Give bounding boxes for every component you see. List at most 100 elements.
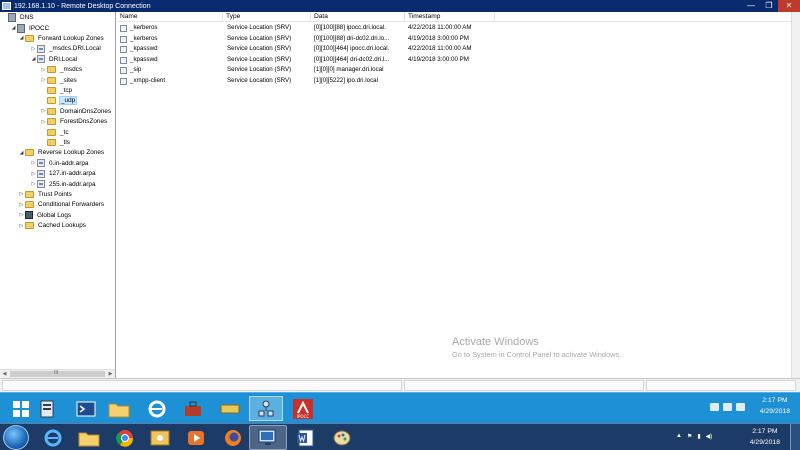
- remote-taskbar: IPOCC 2:17 PM 4/29/2018: [0, 392, 800, 423]
- local-taskbar-media-player[interactable]: [177, 425, 215, 450]
- taskbar-file-explorer[interactable]: [102, 396, 136, 421]
- remote-vertical-scrollbar[interactable]: [791, 12, 800, 378]
- expand-arrow-icon[interactable]: ▷: [40, 77, 47, 83]
- local-taskbar-firefox[interactable]: [214, 425, 252, 450]
- close-button[interactable]: ✕: [778, 0, 800, 12]
- taskbar-internet-explorer[interactable]: [140, 396, 174, 421]
- tree-item[interactable]: ▷ ForestDnsZones: [40, 117, 108, 127]
- tree-item[interactable]: ▷ Trust Points: [18, 189, 73, 199]
- taskbar-notepad[interactable]: [213, 396, 247, 421]
- internet-explorer-icon: [148, 400, 166, 417]
- tree-item[interactable]: ◢ Reverse Lookup Zones: [18, 148, 105, 158]
- taskbar-dns-manager[interactable]: [249, 396, 283, 421]
- tree-item[interactable]: ▷ _sites: [40, 75, 78, 85]
- collapse-arrow-icon[interactable]: ◢: [10, 25, 17, 31]
- tree-item[interactable]: ▷ _msdcs: [40, 65, 83, 75]
- show-desktop-button[interactable]: [790, 424, 800, 450]
- local-taskbar-paint[interactable]: [323, 425, 361, 450]
- expand-arrow-icon[interactable]: ▷: [18, 223, 25, 229]
- collapse-arrow-icon[interactable]: ◢: [30, 56, 37, 62]
- table-row[interactable]: _kerberos Service Location (SRV) [0][100][…: [117, 23, 791, 34]
- taskbar-ipocc[interactable]: IPOCC: [286, 396, 320, 421]
- expand-arrow-icon[interactable]: ▷: [30, 160, 37, 166]
- tree-item[interactable]: ▷ _msdcs.DRI.Local: [30, 44, 102, 54]
- tree-item-label: _sites: [60, 76, 77, 84]
- tree-item[interactable]: ▷ 255.in-addr.arpa: [30, 179, 97, 189]
- cell-type: Service Location (SRV): [227, 34, 292, 42]
- network-icon[interactable]: ▮: [697, 433, 700, 440]
- minimize-button[interactable]: —: [742, 0, 760, 12]
- tree-item-label: _tls: [60, 138, 70, 146]
- rdp-window-title: 192.168.1.10 - Remote Desktop Connection: [14, 2, 151, 10]
- local-taskbar-internet-explorer[interactable]: [34, 425, 72, 450]
- tree-item[interactable]: ◢ IPOCC: [10, 23, 50, 33]
- tree-item[interactable]: ▷ 0.in-addr.arpa: [30, 158, 89, 168]
- network-icon[interactable]: [723, 403, 732, 411]
- taskbar-toolbox[interactable]: [176, 396, 210, 421]
- tree-item[interactable]: ▷ Global Logs: [18, 210, 72, 220]
- local-taskbar-photos[interactable]: [141, 425, 179, 450]
- maximize-button[interactable]: ❐: [760, 0, 778, 12]
- show-hidden-icons-icon[interactable]: ▲: [676, 433, 682, 440]
- ipocc-icon: IPOCC: [293, 398, 313, 419]
- tree-item[interactable]: _tc: [40, 127, 70, 137]
- scroll-right-arrow-icon[interactable]: ▶: [106, 370, 115, 378]
- local-clock[interactable]: 2:17 PM 4/29/2018: [750, 426, 780, 448]
- table-row[interactable]: _kpasswd Service Location (SRV) [0][100][4…: [117, 55, 791, 66]
- scroll-left-arrow-icon[interactable]: ◀: [0, 370, 9, 378]
- tree-item[interactable]: ◢ DRI.Local: [30, 54, 78, 64]
- local-start-button[interactable]: [3, 425, 29, 450]
- column-header-timestamp[interactable]: Timestamp: [405, 12, 495, 22]
- expand-arrow-icon[interactable]: ▷: [40, 67, 47, 73]
- tree-item[interactable]: _tcp: [40, 85, 73, 95]
- table-row[interactable]: _kerberos Service Location (SRV) [0][100][…: [117, 34, 791, 45]
- volume-icon[interactable]: ◀): [706, 433, 713, 440]
- collapse-arrow-icon[interactable]: ◢: [18, 150, 25, 156]
- local-taskbar-remote-desktop[interactable]: [249, 425, 287, 450]
- column-header-data[interactable]: Data: [311, 12, 405, 22]
- expand-arrow-icon[interactable]: ▷: [18, 202, 25, 208]
- cell-timestamp: 4/19/2018 3:00:00 PM: [408, 55, 469, 63]
- internet-explorer-icon: [44, 429, 62, 446]
- tree-item[interactable]: DNS: [1, 13, 35, 23]
- table-row[interactable]: _sip Service Location (SRV) [1][0][0] mana…: [117, 65, 791, 76]
- tree-item[interactable]: ▷ 127.in-addr.arpa: [30, 169, 97, 179]
- expand-arrow-icon[interactable]: ▷: [40, 119, 47, 125]
- tree-item-label: 255.in-addr.arpa: [49, 180, 96, 188]
- expand-arrow-icon[interactable]: ▷: [18, 212, 25, 218]
- tree-item[interactable]: ▷ Conditional Forwarders: [18, 200, 105, 210]
- tree-item[interactable]: _tls: [40, 137, 71, 147]
- collapse-arrow-icon[interactable]: ◢: [18, 35, 25, 41]
- local-taskbar-chrome[interactable]: [106, 425, 144, 450]
- tree-item[interactable]: _udp: [40, 96, 78, 106]
- scroll-thumb[interactable]: III: [10, 370, 105, 377]
- expand-arrow-icon[interactable]: ▷: [18, 191, 25, 197]
- expand-arrow-icon[interactable]: ▷: [30, 46, 37, 52]
- taskbar-server-manager[interactable]: [30, 396, 64, 421]
- taskbar-powershell[interactable]: [69, 396, 103, 421]
- tree-item-label: _msdcs: [60, 66, 83, 74]
- folder-icon: [47, 138, 56, 146]
- local-taskbar-file-explorer[interactable]: [70, 425, 108, 450]
- tree-item[interactable]: ◢ Forward Lookup Zones: [18, 33, 105, 43]
- volume-icon[interactable]: [736, 403, 745, 411]
- remote-clock[interactable]: 2:17 PM 4/29/2018: [760, 395, 790, 417]
- dns-tree-pane: DNS ◢ IPOCC ◢ Forward Lookup Zones ▷ _msdcs.DR…: [0, 12, 116, 378]
- tree-item[interactable]: ▷ Cached Lookups: [18, 221, 87, 231]
- flag-icon[interactable]: [710, 403, 719, 411]
- remote-time: 2:17 PM: [762, 397, 788, 404]
- column-header-type[interactable]: Type: [223, 12, 311, 22]
- tree-horizontal-scrollbar[interactable]: ◀ III ▶: [0, 369, 115, 378]
- local-taskbar-word[interactable]: [287, 425, 325, 450]
- expand-arrow-icon[interactable]: ▷: [30, 181, 37, 187]
- paint-icon: [333, 430, 351, 445]
- flag-icon[interactable]: ⚑: [687, 433, 692, 440]
- tree-item[interactable]: ▷ DomainDnsZones: [40, 106, 112, 116]
- cell-timestamp: [408, 76, 498, 87]
- column-header-name[interactable]: Name: [117, 12, 223, 22]
- expand-arrow-icon[interactable]: ▷: [40, 108, 47, 114]
- folder-icon: [47, 66, 56, 74]
- table-row[interactable]: _xmpp-client Service Location (SRV) [1][0]…: [117, 76, 791, 87]
- table-row[interactable]: _kpasswd Service Location (SRV) [0][100][4…: [117, 44, 791, 55]
- expand-arrow-icon[interactable]: ▷: [30, 171, 37, 177]
